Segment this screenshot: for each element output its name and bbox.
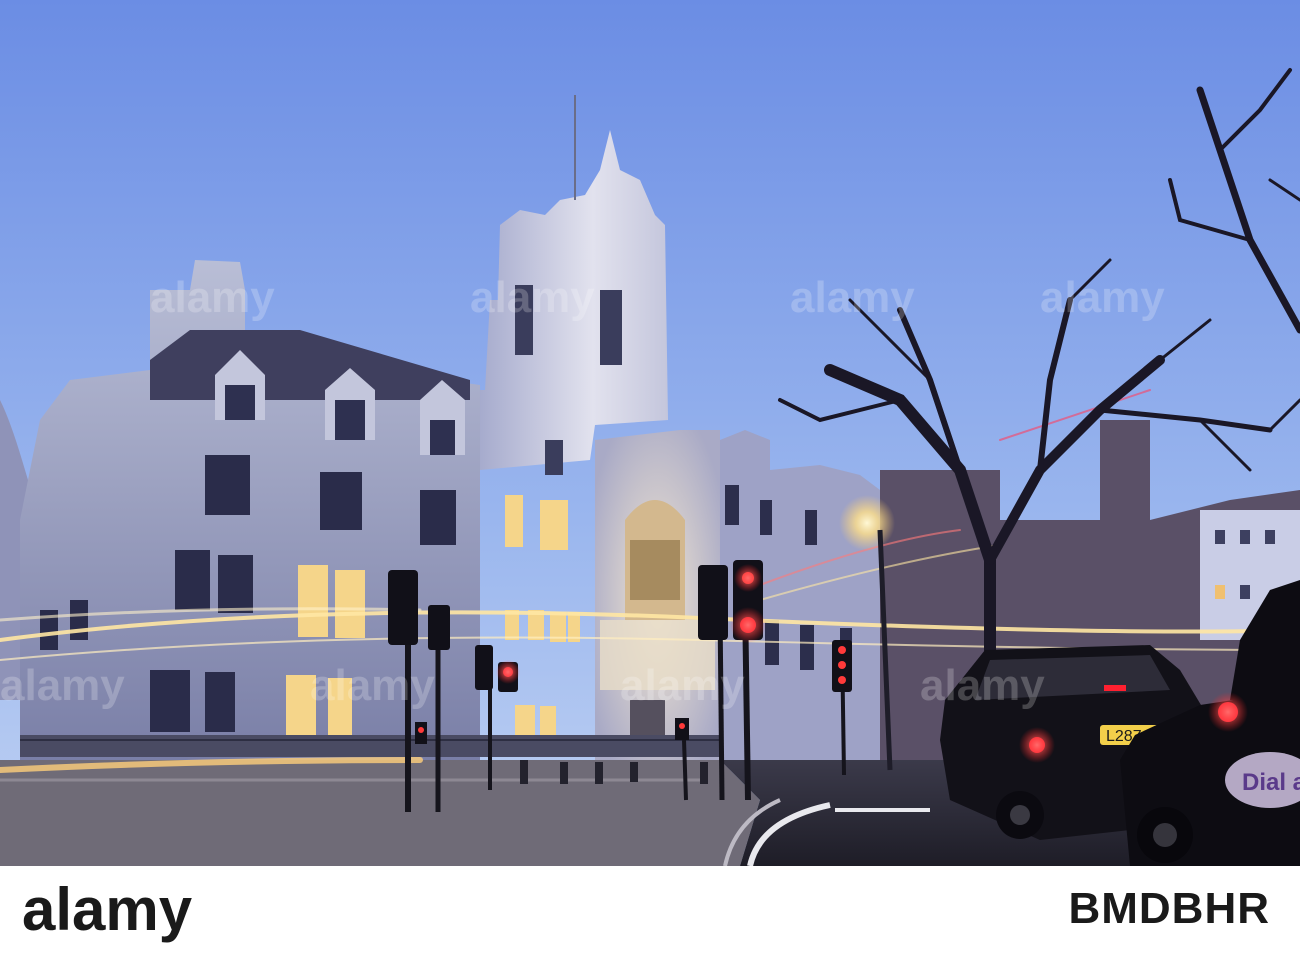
svg-text:alamy: alamy bbox=[1040, 273, 1165, 322]
taxi-ad-text: Dial a bbox=[1242, 769, 1300, 796]
svg-text:alamy: alamy bbox=[790, 273, 915, 322]
alamy-logo: alamy bbox=[22, 878, 282, 944]
svg-text:alamy: alamy bbox=[470, 273, 595, 322]
pavement bbox=[0, 760, 760, 866]
svg-text:alamy: alamy bbox=[150, 273, 275, 322]
svg-text:alamy: alamy bbox=[920, 661, 1045, 710]
image-id: BMDBHR bbox=[1068, 884, 1270, 933]
svg-text:alamy: alamy bbox=[0, 661, 125, 710]
svg-text:alamy: alamy bbox=[620, 661, 745, 710]
svg-text:alamy: alamy bbox=[310, 661, 435, 710]
footer-bar: alamy BMDBHR bbox=[0, 866, 1300, 956]
street-lamp-glow bbox=[839, 495, 895, 551]
photo-scene: L287 Dial a alamy alamy alamy alamy alam… bbox=[0, 0, 1300, 866]
svg-text:alamy: alamy bbox=[22, 878, 193, 943]
